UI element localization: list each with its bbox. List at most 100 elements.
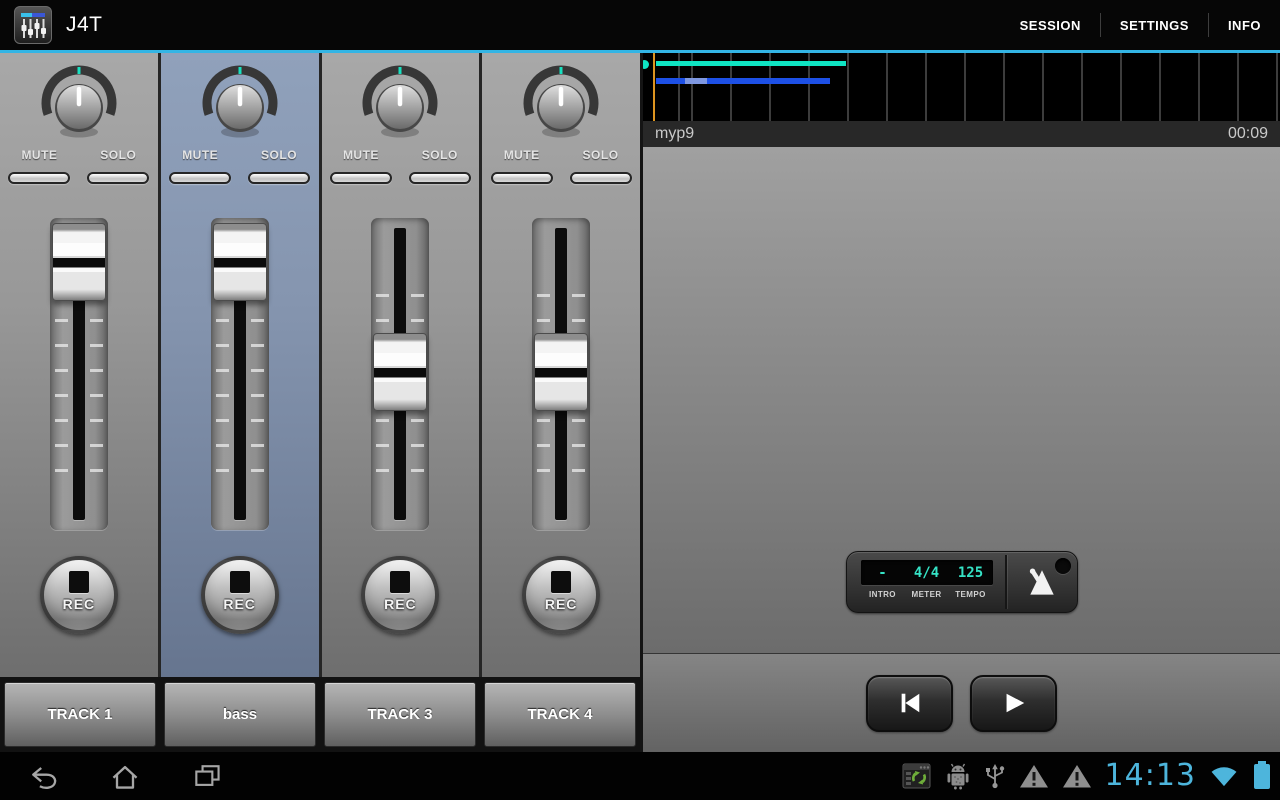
fader-handle-4[interactable] [534,333,588,411]
back-icon[interactable] [26,760,60,792]
record-button-4[interactable]: REC [522,556,600,634]
session-name: myp9 [655,125,694,143]
clip-track2[interactable] [656,78,830,84]
mute-solo-buttons [322,172,480,184]
pan-knob-2[interactable] [195,63,285,141]
session-info-strip: myp9 00:09 [643,121,1280,147]
solo-button-1[interactable] [87,172,149,184]
record-label: REC [63,596,96,612]
channel-strip-3: MUTE SOLO REC [322,53,483,677]
usb-connected-icon [984,762,1006,790]
elapsed-time: 00:09 [1228,125,1268,143]
transport-bar [643,654,1280,752]
metronome-led [1055,558,1071,574]
solo-button-4[interactable] [570,172,632,184]
volume-fader-4[interactable] [532,218,590,530]
metronome-display[interactable]: - 4/4 125 INTRO METER TEMPO [847,552,1005,612]
menu-info[interactable]: INFO [1209,0,1280,50]
action-bar-menu: SESSION SETTINGS INFO [1001,0,1280,50]
pan-knob-3[interactable] [355,63,445,141]
mute-label: MUTE [482,148,561,162]
metronome-toggle-button[interactable] [1007,552,1077,612]
meter-value: 4/4 [905,565,949,581]
mute-solo-buttons [0,172,158,184]
play-icon [999,690,1029,716]
home-icon[interactable] [108,760,142,792]
fader-handle-3[interactable] [373,333,427,411]
warning-icon [1062,763,1092,789]
play-button[interactable] [970,675,1057,732]
tempo-label: TEMPO [949,590,993,599]
mute-button-3[interactable] [330,172,392,184]
clock: 14:13 [1105,761,1196,791]
record-button-3[interactable]: REC [361,556,439,634]
arranger-panel: myp9 00:09 - 4/4 125 INTRO METER TEMPO [640,53,1280,752]
tempo-value: 125 [949,565,993,581]
solo-label: SOLO [240,148,319,162]
track-name-button-1[interactable]: TRACK 1 [4,682,156,747]
mute-label: MUTE [161,148,240,162]
usb-debugging-robot-icon [945,762,971,790]
solo-label: SOLO [561,148,640,162]
navigation-buttons [26,760,224,792]
recent-apps-icon[interactable] [190,760,224,792]
mute-button-2[interactable] [169,172,231,184]
channel-strip-1: MUTE SOLO REC [0,53,161,677]
timeline[interactable] [643,53,1280,121]
pan-knob-1[interactable] [34,63,124,141]
mute-label: MUTE [0,148,79,162]
metronome-widget: - 4/4 125 INTRO METER TEMPO [846,551,1078,613]
volume-fader-1[interactable] [50,218,108,530]
meter-label: METER [905,590,949,599]
status-tray[interactable]: 14:13 [902,761,1270,791]
clip-track1[interactable] [656,61,846,66]
channel-strip-4: MUTE SOLO REC [482,53,640,677]
app-title: J4T [66,13,103,37]
wifi-icon [1209,764,1239,788]
menu-session[interactable]: SESSION [1001,0,1100,50]
fader-handle-1[interactable] [52,223,106,301]
volume-fader-2[interactable] [211,218,269,530]
mute-solo-labels: MUTE SOLO [322,148,480,162]
mute-solo-labels: MUTE SOLO [0,148,158,162]
channel-strips: MUTE SOLO REC [0,53,640,677]
rewind-to-start-button[interactable] [866,675,953,732]
mute-button-1[interactable] [8,172,70,184]
metronome-lcd: - 4/4 125 [861,560,993,585]
record-button-2[interactable]: REC [201,556,279,634]
mute-solo-labels: MUTE SOLO [482,148,640,162]
solo-label: SOLO [400,148,479,162]
record-button-1[interactable]: REC [40,556,118,634]
skip-to-start-icon [895,690,925,716]
playhead[interactable] [653,53,655,121]
arranger-background: - 4/4 125 INTRO METER TEMPO [643,147,1280,653]
volume-fader-3[interactable] [371,218,429,530]
mixer-panel: MUTE SOLO REC [0,53,640,752]
mute-label: MUTE [322,148,401,162]
metronome-labels: INTRO METER TEMPO [861,590,993,599]
record-label: REC [223,596,256,612]
track-name-button-4[interactable]: TRACK 4 [484,682,636,747]
channel-strip-2: MUTE SOLO REC [161,53,322,677]
warning-icon [1019,763,1049,789]
pan-knob-4[interactable] [516,63,606,141]
fader-handle-2[interactable] [213,223,267,301]
record-label: REC [384,596,417,612]
app-logo-icon[interactable] [14,6,52,44]
mute-solo-buttons [161,172,319,184]
action-bar: J4T SESSION SETTINGS INFO [0,0,1280,50]
battery-icon [1254,764,1270,789]
track-name-button-2[interactable]: bass [164,682,316,747]
sync-notification-icon [902,762,932,790]
record-square-icon [230,571,250,593]
solo-button-3[interactable] [409,172,471,184]
menu-settings[interactable]: SETTINGS [1101,0,1208,50]
mixer-logo-glyph [17,9,49,41]
android-system-bar: 14:13 [0,752,1280,800]
track-name-button-3[interactable]: TRACK 3 [324,682,476,747]
solo-button-2[interactable] [248,172,310,184]
solo-label: SOLO [79,148,158,162]
fader-ticks [216,272,229,480]
fader-ticks [55,272,68,480]
mute-button-4[interactable] [491,172,553,184]
